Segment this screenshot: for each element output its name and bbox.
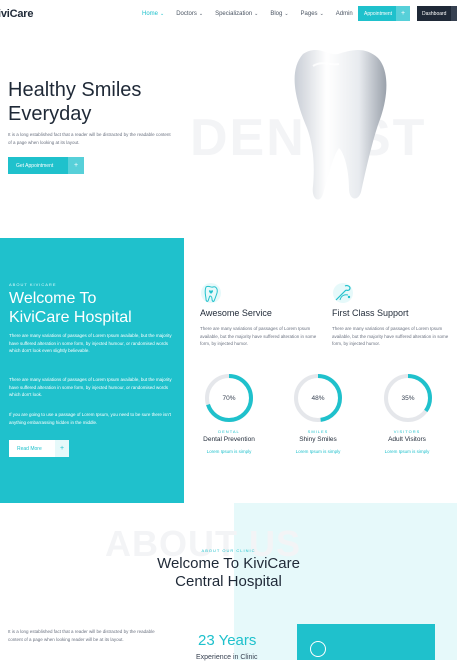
stat-name: Shiny Smiles [299,436,337,443]
service-title: First Class Support [332,308,409,318]
welcome-paragraph: If you are going to use a passage of Lor… [9,412,171,425]
read-more-button[interactable]: Read More + [9,440,69,457]
main-nav: Home ⌄ Doctors ⌄ Specialization ⌄ Blog ⌄ Pag… [142,11,353,17]
site-header: iviCare Home ⌄ Doctors ⌄ Specialization ⌄ B… [0,0,457,30]
dental-tools-icon [333,283,353,303]
nav-blog[interactable]: Blog ⌄ [270,11,288,17]
chevron-down-icon: ⌄ [284,11,289,17]
service-title: Awesome Service [200,308,272,318]
welcome-paragraph: There are many variations of passages of… [9,333,172,353]
progress-percent: 35% [401,394,415,402]
plus-icon: + [55,440,69,457]
plus-icon: + [68,157,84,174]
welcome-paragraph: There are many variations of passages of… [9,377,172,397]
dashboard-button-label: Dashboard [422,10,447,17]
dashboard-button[interactable]: Dashboard [417,6,457,21]
about-title-line2: Central Hospital [175,573,282,590]
stat-tag: VISITORS [393,429,421,434]
welcome-title-line1: Welcome To [9,290,97,307]
nav-home[interactable]: Home ⌄ [142,11,164,17]
stat-name: Dental Prevention [203,436,255,443]
hero-title-line2: Everyday [8,103,92,125]
hero-description: It is a long established fact that a rea… [8,132,171,145]
service-description: There are many variations of passages of… [200,326,317,346]
chevron-down-icon: ⌄ [198,11,204,17]
tooth-image [294,49,387,200]
service-description: There are many variations of passages of… [332,326,449,346]
tooth-heart-icon [201,283,221,303]
stat-subtext: Lorem Ipsum is simply [295,449,341,454]
dashboard-button-edge [451,6,457,21]
stat-tag: SMILES [307,429,329,434]
welcome-title-line2: KiviCare Hospital [9,309,132,326]
stat-subtext: Lorem Ipsum is simply [384,449,430,454]
clock-icon [310,641,326,657]
chevron-down-icon: ⌄ [160,11,165,17]
progress-percent: 70% [222,394,236,402]
nav-doctors[interactable]: Doctors ⌄ [176,11,203,17]
about-tag: ABOUT OUR CLINIC [201,548,256,553]
get-appointment-label: Get Appointment [16,162,54,169]
appointment-button[interactable]: Appointment + [358,6,410,21]
chevron-down-icon: ⌄ [254,11,259,17]
progress-percent: 48% [311,394,325,402]
welcome-panel [0,238,184,503]
welcome-tag: ABOUT KIVICARE [9,282,57,287]
hero-title-line1: Healthy Smiles [8,79,142,101]
nav-admin[interactable]: Admin [336,11,353,17]
about-feature-box [297,624,435,660]
about-title: Welcome To KiviCare Central Hospital [0,555,457,591]
nav-specialization[interactable]: Specialization ⌄ [215,11,258,17]
appointment-button-label: Appointment [364,10,393,17]
read-more-label: Read More [17,445,42,452]
hero-title: Healthy Smiles Everyday [8,78,141,126]
years-counter: 23 Years [198,632,257,649]
plus-icon: + [396,6,410,21]
logo[interactable]: iviCare [0,8,33,20]
nav-pages[interactable]: Pages ⌄ [301,11,324,17]
stat-name: Adult Visitors [388,436,426,443]
about-title-line1: Welcome To KiviCare [157,555,300,572]
stat-subtext: Lorem Ipsum is simply [206,449,252,454]
get-appointment-button[interactable]: Get Appointment + [8,157,84,174]
about-description: It is a long established fact that a rea… [8,629,155,642]
chevron-down-icon: ⌄ [319,11,324,17]
stat-tag: DENTAL [218,429,240,434]
welcome-title: Welcome To KiviCare Hospital [9,289,132,327]
